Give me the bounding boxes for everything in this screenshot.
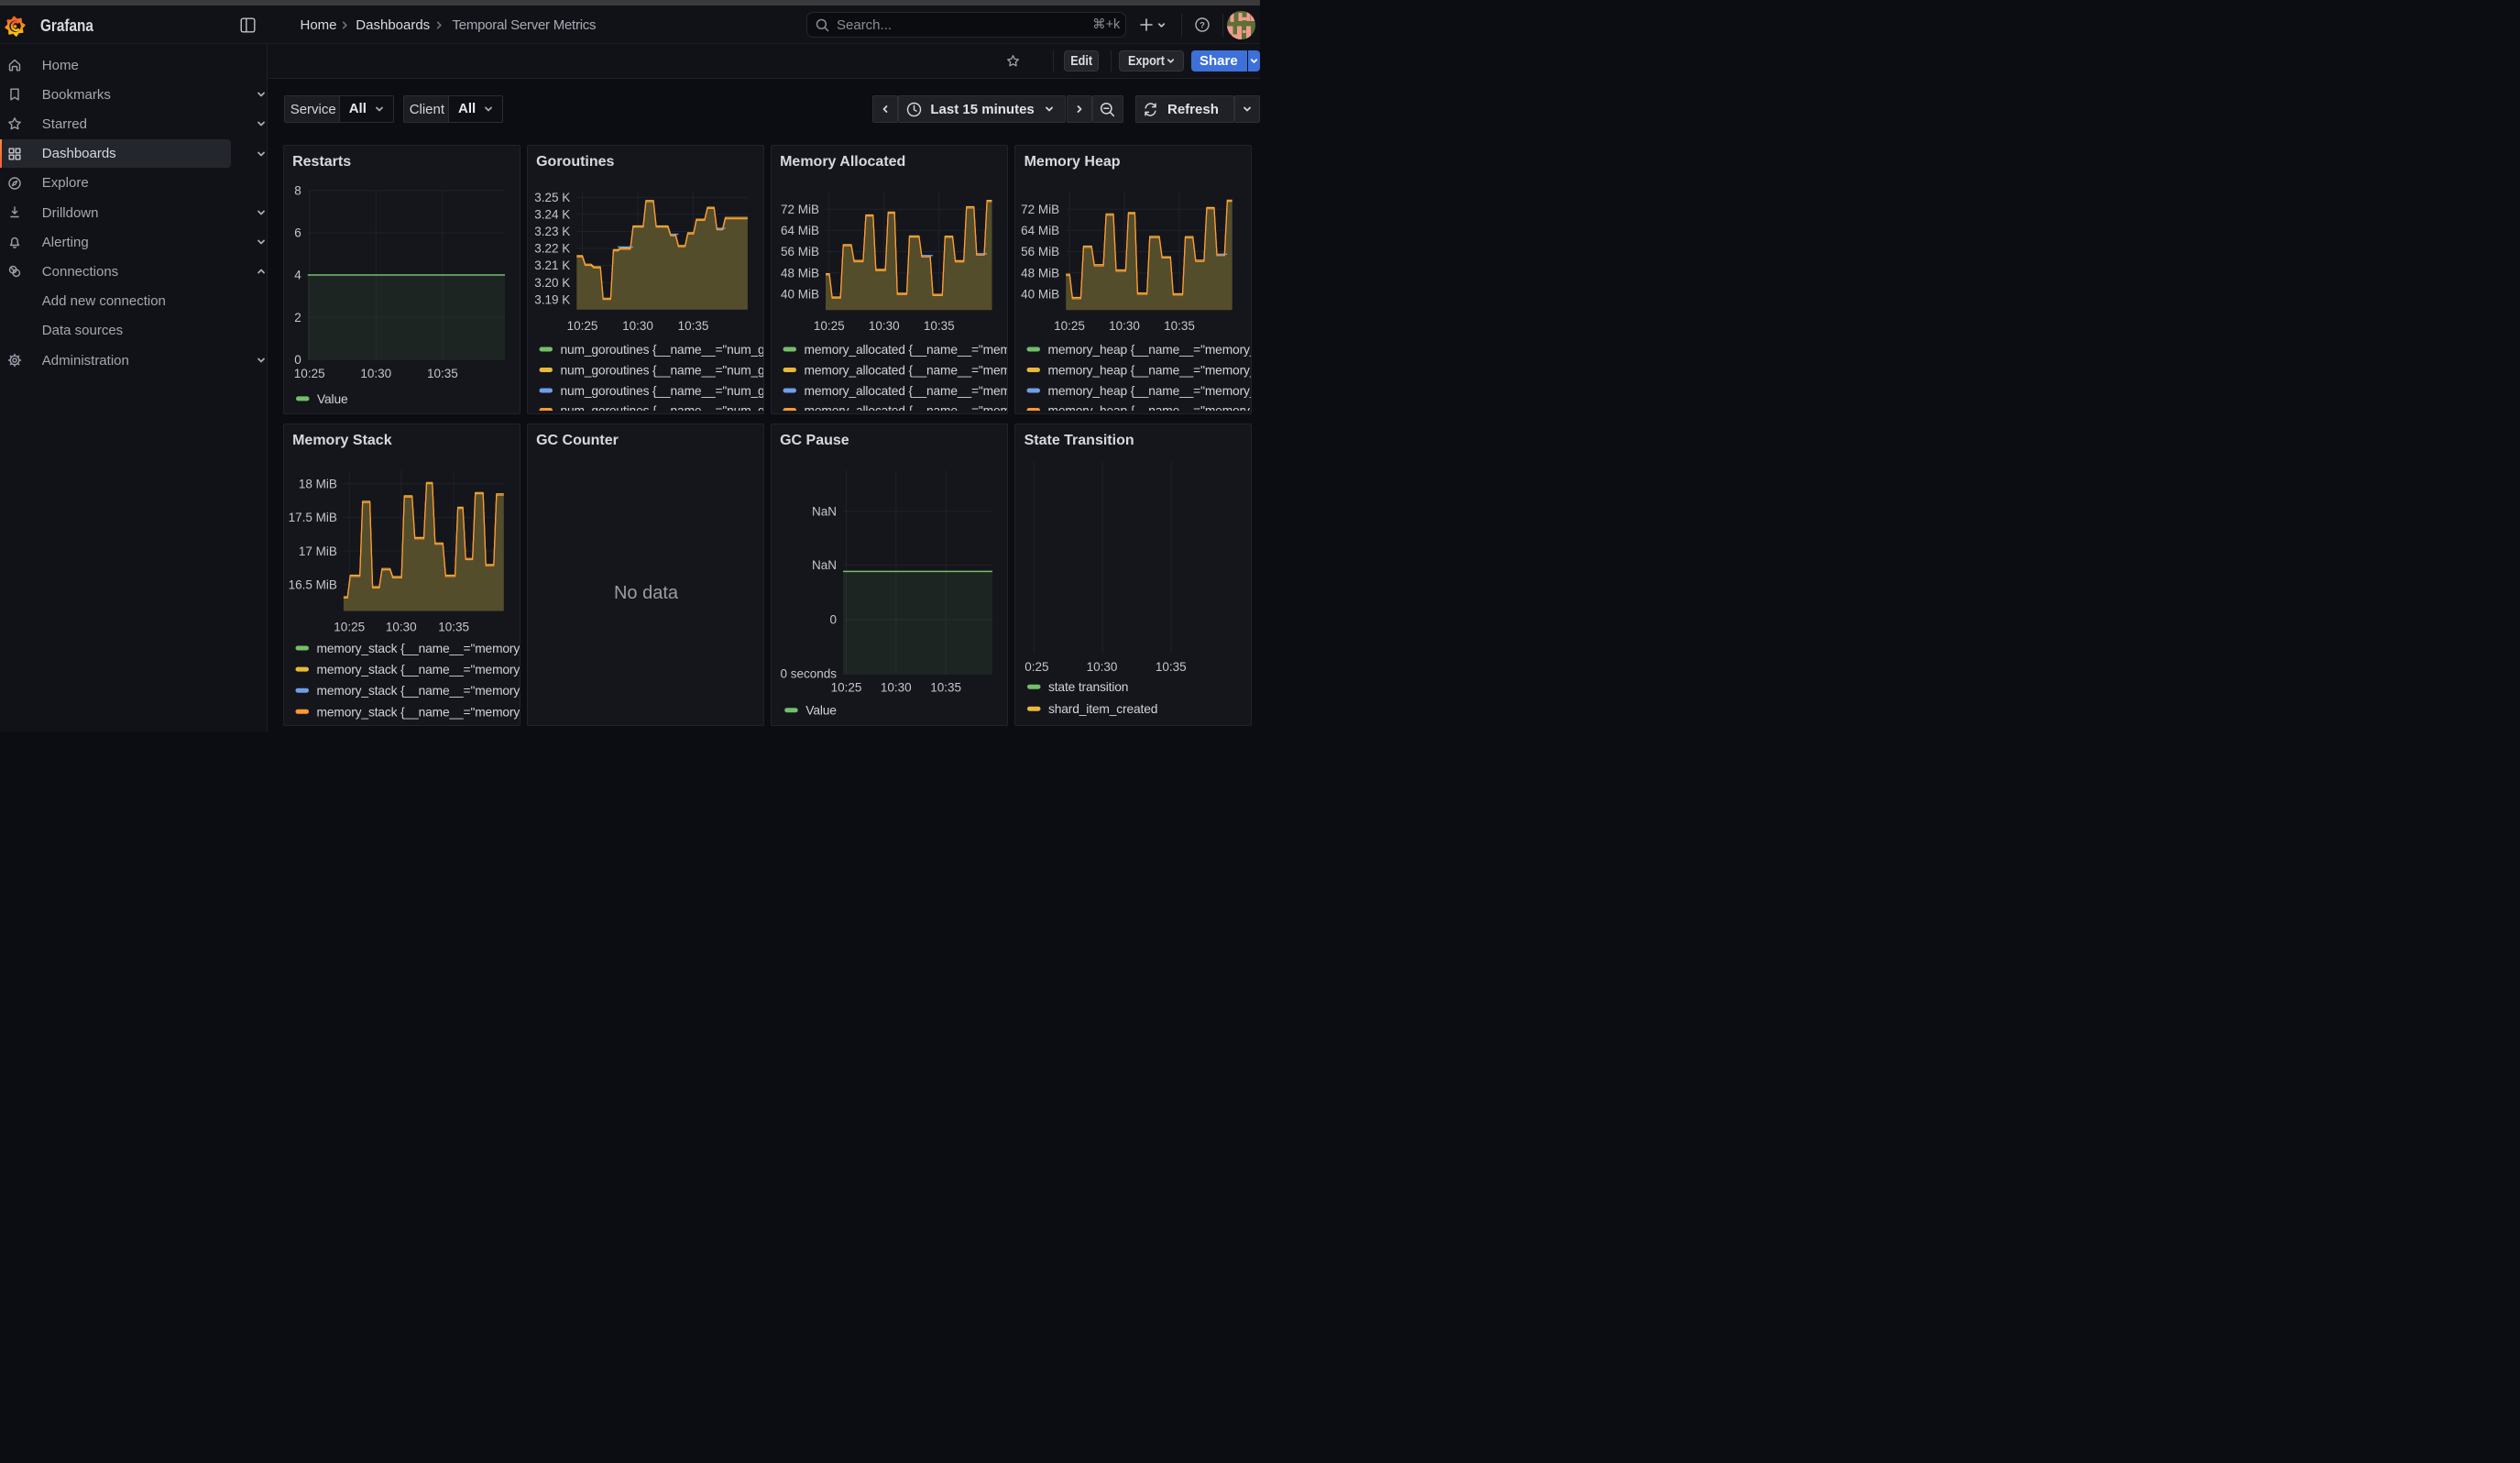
svg-text:shard_item_created: shard_item_created [1048,702,1157,716]
svg-text:10:35: 10:35 [438,621,469,634]
svg-text:3.20 K: 3.20 K [534,276,570,290]
svg-text:memory_stack {__name__="memory: memory_stack {__name__="memory_s [316,663,520,676]
svg-text:3.25 K: 3.25 K [534,191,570,204]
svg-text:memory_allocated {__name__="me: memory_allocated {__name__="memc [804,343,1008,357]
svg-text:40 MiB: 40 MiB [780,287,818,301]
svg-text:0: 0 [829,613,837,627]
svg-text:10:25: 10:25 [566,319,597,333]
svg-text:72 MiB: 72 MiB [1021,203,1059,216]
svg-text:10:35: 10:35 [427,367,458,380]
svg-text:memory_stack {__name__="memory: memory_stack {__name__="memory_s [316,705,520,719]
svg-text:0 seconds: 0 seconds [780,666,837,680]
svg-text:64 MiB: 64 MiB [780,224,818,237]
svg-text:num_goroutines {__name__="num_: num_goroutines {__name__="num_go [560,364,764,378]
svg-text:memory_heap {__name__="memory_: memory_heap {__name__="memory_h [1048,343,1253,357]
svg-text:memory_heap {__name__="memory_: memory_heap {__name__="memory_h [1048,384,1253,398]
svg-text:memory_allocated {__name__="me: memory_allocated {__name__="memc [804,384,1008,398]
svg-text:48 MiB: 48 MiB [1021,266,1059,280]
svg-text:3.23 K: 3.23 K [534,225,570,238]
svg-text:10:30: 10:30 [868,319,899,333]
svg-text:17.5 MiB: 17.5 MiB [288,511,336,524]
svg-text:10:25: 10:25 [830,681,861,695]
svg-text:10:30: 10:30 [385,621,416,634]
svg-text:64 MiB: 64 MiB [1021,224,1059,237]
svg-text:10:30: 10:30 [1109,319,1140,333]
svg-text:3.21 K: 3.21 K [534,258,570,272]
svg-text:Value: Value [317,392,348,406]
svg-text:40 MiB: 40 MiB [1021,287,1059,301]
svg-text:0: 0 [294,353,301,367]
svg-text:num_goroutines {__name__="num_: num_goroutines {__name__="num_go [560,404,764,414]
svg-text:6: 6 [294,226,301,240]
svg-text:48 MiB: 48 MiB [780,266,818,280]
svg-text:10:35: 10:35 [923,319,954,333]
svg-text:?: ? [1200,21,1205,31]
svg-text:10:25: 10:25 [334,621,365,634]
svg-text:56 MiB: 56 MiB [1021,245,1059,258]
svg-text:10:25: 10:25 [813,319,844,333]
svg-text:8: 8 [294,184,301,198]
svg-text:10:25: 10:25 [293,367,324,380]
svg-text:16.5 MiB: 16.5 MiB [288,578,336,592]
svg-text:Value: Value [805,704,837,718]
svg-text:2: 2 [294,311,301,324]
svg-text:NaN: NaN [811,558,836,572]
svg-text:10:25: 10:25 [1054,319,1085,333]
svg-text:10:30: 10:30 [622,319,653,333]
svg-text:10:35: 10:35 [1164,319,1195,333]
svg-text:3.22 K: 3.22 K [534,242,570,256]
svg-text:72 MiB: 72 MiB [780,203,818,216]
svg-text:num_goroutines {__name__="num_: num_goroutines {__name__="num_go [560,384,764,398]
svg-text:10:30: 10:30 [1087,660,1118,674]
svg-text:56 MiB: 56 MiB [780,245,818,258]
svg-text:memory_heap {__name__="memory_: memory_heap {__name__="memory_h [1048,364,1253,378]
svg-text:3.24 K: 3.24 K [534,208,570,222]
svg-text:3.19 K: 3.19 K [534,292,570,306]
svg-text:10:30: 10:30 [360,367,391,380]
svg-text:memory_allocated {__name__="me: memory_allocated {__name__="memc [804,404,1008,414]
svg-text:0:25: 0:25 [1024,660,1048,674]
svg-text:18 MiB: 18 MiB [298,477,336,490]
svg-text:10:35: 10:35 [930,681,961,695]
svg-text:memory_stack {__name__="memory: memory_stack {__name__="memory_s [316,642,520,655]
svg-text:state transition: state transition [1048,680,1128,694]
svg-text:memory_stack {__name__="memory: memory_stack {__name__="memory_s [316,684,520,698]
svg-text:NaN: NaN [811,505,836,519]
svg-text:memory_heap {__name__="memory_: memory_heap {__name__="memory_h [1048,404,1253,414]
svg-text:10:35: 10:35 [677,319,708,333]
svg-text:10:35: 10:35 [1156,660,1187,674]
svg-text:17 MiB: 17 MiB [298,544,336,558]
svg-text:4: 4 [294,269,301,282]
svg-text:memory_allocated {__name__="me: memory_allocated {__name__="memc [804,364,1008,378]
svg-text:10:30: 10:30 [880,681,911,695]
svg-text:num_goroutines {__name__="num_: num_goroutines {__name__="num_go [560,343,764,357]
